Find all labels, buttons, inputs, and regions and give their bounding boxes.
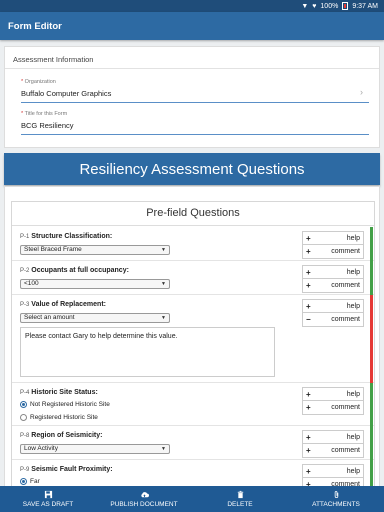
comment-button[interactable]: + comment <box>303 401 363 414</box>
status-indicator <box>370 227 373 261</box>
comment-button[interactable]: + comment <box>303 279 363 292</box>
organization-label: Organization <box>24 79 56 85</box>
section-banner: Resiliency Assessment Questions <box>4 153 380 185</box>
save-icon <box>44 490 52 499</box>
help-button[interactable]: + help <box>303 388 363 401</box>
seismicity-select[interactable]: Low Activity ▼ <box>20 444 170 454</box>
app-bar: Form Editor <box>0 12 384 40</box>
help-button[interactable]: + help <box>303 465 363 478</box>
help-button[interactable]: + help <box>303 266 363 279</box>
question-text: Historic Site Status: <box>31 389 98 396</box>
status-bar: ▼ ♥ 100% 9:37 AM <box>0 0 384 12</box>
radio-empty-icon <box>20 414 27 421</box>
comment-button[interactable]: + comment <box>303 444 363 457</box>
plus-icon: + <box>306 432 311 442</box>
questions-card: Pre-field Questions P-1 Structure Classi… <box>4 186 380 486</box>
paperclip-icon <box>334 490 338 498</box>
plus-icon: + <box>306 446 311 455</box>
dropdown-arrow-icon: ▼ <box>161 446 166 452</box>
plus-icon: + <box>306 267 311 277</box>
attachments-button[interactable]: ATTACHMENTS <box>288 486 384 512</box>
comment-button[interactable]: + comment <box>303 245 363 258</box>
occupants-select[interactable]: <100 ▼ <box>20 279 170 289</box>
form-scroll-area[interactable]: Assessment Information * Organization Bu… <box>0 40 384 486</box>
status-indicator <box>370 460 373 486</box>
question-p3: P-3 Value of Replacement: Select an amou… <box>12 295 374 383</box>
clock: 9:37 AM <box>352 2 378 10</box>
form-title-label: Title for this Form <box>24 111 68 117</box>
plus-icon: + <box>306 301 311 311</box>
dropdown-arrow-icon: ▼ <box>161 247 166 253</box>
plus-icon: + <box>306 233 311 243</box>
status-indicator <box>370 426 373 460</box>
comment-button[interactable]: + comment <box>303 478 363 486</box>
chevron-right-icon: › <box>360 87 363 97</box>
radio-selected-icon <box>20 478 27 485</box>
question-p8: P-8 Region of Seismicity: Low Activity ▼ … <box>12 426 374 460</box>
help-button[interactable]: + help <box>303 300 363 313</box>
status-indicator <box>370 261 373 295</box>
help-button[interactable]: + help <box>303 232 363 245</box>
plus-icon: + <box>306 389 311 399</box>
structure-classification-select[interactable]: Steel Braced Frame ▼ <box>20 245 170 255</box>
comment-textarea[interactable]: Please contact Gary to help determine th… <box>20 327 275 377</box>
status-indicator <box>370 295 373 383</box>
dropdown-arrow-icon: ▼ <box>161 281 166 287</box>
plus-icon: + <box>306 466 311 476</box>
form-title-value: BCG Resiliency <box>21 121 74 130</box>
delete-button[interactable]: DELETE <box>192 486 288 512</box>
comment-button[interactable]: − comment <box>303 313 363 326</box>
save-draft-button[interactable]: SAVE AS DRAFT <box>0 486 96 512</box>
question-p2: P-2 Occupants at full occupancy: <100 ▼ +… <box>12 261 374 295</box>
battery-percent: 100% <box>320 2 339 10</box>
battery-icon <box>342 2 349 10</box>
app-title: Form Editor <box>8 20 62 32</box>
cloud-upload-icon <box>140 492 149 498</box>
trash-icon <box>237 490 243 499</box>
prefield-panel: Pre-field Questions P-1 Structure Classi… <box>11 201 375 486</box>
organization-value: Buffalo Computer Graphics <box>21 89 112 98</box>
replacement-value-select[interactable]: Select an amount ▼ <box>20 313 170 323</box>
prefield-title: Pre-field Questions <box>12 202 374 226</box>
assessment-header: Assessment Information <box>5 47 379 69</box>
wifi-icon: ♥ <box>312 2 317 10</box>
radio-registered[interactable]: Registered Historic Site <box>20 414 98 421</box>
question-p1: P-1 Structure Classification: Steel Brac… <box>12 227 374 261</box>
question-text: Value of Replacement: <box>31 301 106 308</box>
publish-document-button[interactable]: PUBLISH DOCUMENT <box>96 486 192 512</box>
question-text: Seismic Fault Proximity: <box>31 466 113 473</box>
question-p9: P-9 Seismic Fault Proximity: Far + help +… <box>12 460 374 486</box>
question-text: Structure Classification: <box>31 233 113 240</box>
plus-icon: + <box>306 247 311 256</box>
dropdown-arrow-icon: ▼ <box>161 315 166 321</box>
help-button[interactable]: + help <box>303 431 363 444</box>
radio-not-registered[interactable]: Not Registered Historic Site <box>20 401 110 408</box>
organization-field[interactable]: * Organization Buffalo Computer Graphics… <box>21 79 369 103</box>
pin-icon: ▼ <box>301 2 309 10</box>
radio-far[interactable]: Far <box>20 478 40 485</box>
radio-selected-icon <box>20 401 27 408</box>
plus-icon: + <box>306 403 311 412</box>
assessment-info-card: Assessment Information * Organization Bu… <box>4 46 380 148</box>
banner-title: Resiliency Assessment Questions <box>79 160 305 178</box>
question-p4: P-4 Historic Site Status: Not Registered… <box>12 383 374 426</box>
status-indicator <box>370 383 373 426</box>
question-text: Region of Seismicity: <box>31 432 103 439</box>
plus-icon: + <box>306 281 311 290</box>
bottom-action-bar: SAVE AS DRAFT PUBLISH DOCUMENT DELETE AT… <box>0 486 384 512</box>
question-text: Occupants at full occupancy: <box>31 267 129 274</box>
form-title-field[interactable]: * Title for this Form BCG Resiliency <box>21 111 369 135</box>
minus-icon: − <box>306 315 311 324</box>
